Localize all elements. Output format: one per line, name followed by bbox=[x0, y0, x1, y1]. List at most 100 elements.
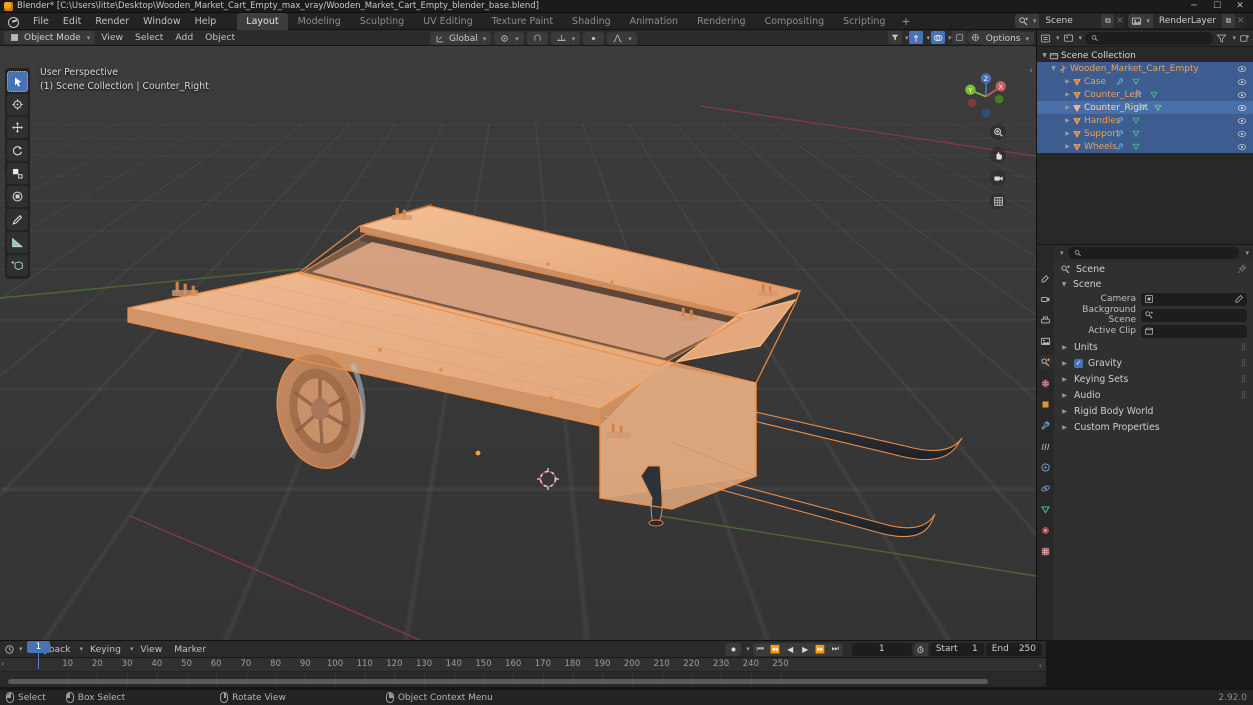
disclosure-triangle-icon[interactable]: ▶ bbox=[1060, 424, 1069, 431]
next-keyframe-button[interactable]: ⏩ bbox=[813, 643, 828, 656]
options-button[interactable]: Options ▾ bbox=[980, 32, 1034, 45]
transform-tool[interactable] bbox=[7, 186, 28, 207]
tab-compositing[interactable]: Compositing bbox=[756, 13, 834, 30]
navigation-gizmo[interactable]: Z X Y bbox=[960, 68, 1012, 120]
properties-search-field[interactable] bbox=[1067, 247, 1240, 259]
disclosure-triangle-icon[interactable]: ▼ bbox=[1060, 281, 1068, 288]
outliner-search-field[interactable] bbox=[1085, 31, 1214, 45]
object-tab[interactable] bbox=[1039, 397, 1053, 411]
view-layer-name[interactable]: RenderLayer bbox=[1152, 14, 1222, 28]
scene-panel-header[interactable]: ▼ Scene bbox=[1054, 277, 1253, 291]
output-tab[interactable] bbox=[1039, 313, 1053, 327]
viewport-menu-object[interactable]: Object bbox=[199, 32, 241, 43]
outliner-row-counter-left[interactable]: ▶ Counter_Left bbox=[1037, 88, 1253, 101]
new-collection-icon[interactable] bbox=[1239, 33, 1250, 44]
object-type-visibility-button[interactable] bbox=[887, 31, 902, 44]
disclosure-triangle-icon[interactable]: ▼ bbox=[1040, 52, 1049, 59]
timeline-left-arrow-icon[interactable]: › bbox=[1, 659, 4, 668]
menu-file[interactable]: File bbox=[26, 14, 56, 29]
outliner-row-wooden-market-cart-empty[interactable]: ▼ Wooden_Market_Cart_Empty bbox=[1037, 62, 1253, 75]
mesh-data-icon[interactable] bbox=[1131, 116, 1141, 125]
outliner-editor[interactable]: ▾ ▾ ▾ ▼ Scene Collection ▼ Wooden_Market… bbox=[1037, 30, 1253, 244]
scene-browse-button[interactable]: ▾ bbox=[1014, 14, 1040, 28]
visibility-eye-icon[interactable] bbox=[1237, 103, 1247, 113]
mesh-data-icon[interactable] bbox=[1149, 90, 1159, 99]
disclosure-triangle-icon[interactable]: ▶ bbox=[1063, 91, 1072, 98]
unlink-scene-button[interactable]: ✕ bbox=[1114, 14, 1125, 28]
visibility-eye-icon[interactable] bbox=[1237, 142, 1247, 152]
visibility-eye-icon[interactable] bbox=[1237, 116, 1247, 126]
modifier-wrench-icon[interactable] bbox=[1115, 77, 1125, 86]
gravity-checkbox[interactable]: ✓ bbox=[1074, 358, 1083, 368]
proportional-editing-toggle[interactable] bbox=[583, 32, 605, 45]
minimize-button[interactable]: ─ bbox=[1189, 1, 1199, 11]
interaction-mode-selector[interactable]: Object Mode ▾ bbox=[4, 31, 96, 44]
outliner-row-counter-right[interactable]: ▶ Counter_Right bbox=[1037, 101, 1253, 114]
tab-sculpting[interactable]: Sculpting bbox=[351, 13, 413, 30]
outliner-row-support[interactable]: ▶ Support bbox=[1037, 127, 1253, 140]
visibility-eye-icon[interactable] bbox=[1237, 77, 1247, 87]
grid-ortho-icon[interactable] bbox=[990, 193, 1006, 209]
chevron-down-icon[interactable]: ▾ bbox=[19, 645, 23, 653]
physics-tab[interactable] bbox=[1039, 460, 1053, 474]
tab-rendering[interactable]: Rendering bbox=[688, 13, 755, 30]
rigid-body-world-subpanel[interactable]: ▶ Rigid Body World bbox=[1054, 403, 1253, 419]
scene-name[interactable]: Scene bbox=[1039, 14, 1102, 28]
modifier-wrench-icon[interactable] bbox=[1133, 90, 1143, 99]
texture-tab[interactable] bbox=[1039, 544, 1053, 558]
disclosure-triangle-icon[interactable]: ▶ bbox=[1060, 344, 1069, 351]
mesh-data-icon[interactable] bbox=[1131, 129, 1141, 138]
modifier-wrench-icon[interactable] bbox=[1137, 103, 1147, 112]
editor-type-outliner-icon[interactable] bbox=[1040, 33, 1051, 44]
sidebar-toggle-arrow[interactable]: ‹ bbox=[1029, 66, 1033, 76]
viewport-menu-select[interactable]: Select bbox=[129, 32, 169, 43]
menu-window[interactable]: Window bbox=[136, 14, 187, 29]
tab-scripting[interactable]: Scripting bbox=[834, 13, 894, 30]
visibility-eye-icon[interactable] bbox=[1237, 64, 1247, 74]
jump-to-start-button[interactable]: ⏮ bbox=[753, 643, 768, 656]
mesh-data-icon[interactable] bbox=[1131, 142, 1141, 151]
tab-layout[interactable]: Layout bbox=[237, 12, 288, 30]
outliner-row-scene-collection[interactable]: ▼ Scene Collection bbox=[1037, 49, 1253, 62]
modifier-tab[interactable] bbox=[1039, 418, 1053, 432]
new-scene-button[interactable]: ⧉ bbox=[1101, 14, 1115, 28]
timeline-track[interactable] bbox=[0, 672, 1046, 685]
show-overlays-button[interactable] bbox=[930, 31, 945, 44]
gravity-subpanel[interactable]: ▶ ✓ Gravity ⣿ bbox=[1054, 355, 1253, 371]
outliner-row-wheels[interactable]: ▶ Wheels bbox=[1037, 140, 1253, 153]
properties-search-input[interactable] bbox=[1084, 248, 1234, 258]
timeline-menu-view[interactable]: View bbox=[135, 644, 167, 655]
wooden-market-cart-model[interactable] bbox=[0, 46, 1036, 640]
move-tool[interactable] bbox=[7, 117, 28, 138]
keying-sets-subpanel[interactable]: ▶ Keying Sets ⣿ bbox=[1054, 371, 1253, 387]
scale-tool[interactable] bbox=[7, 163, 28, 184]
active-clip-field[interactable] bbox=[1141, 324, 1247, 338]
timeline-menu-marker[interactable]: Marker bbox=[169, 644, 211, 655]
disclosure-triangle-icon[interactable]: ▶ bbox=[1060, 408, 1069, 415]
viewport-menu-add[interactable]: Add bbox=[169, 32, 199, 43]
close-button[interactable]: ✕ bbox=[1235, 1, 1245, 11]
chevron-down-icon[interactable]: ▾ bbox=[746, 645, 750, 653]
disclosure-triangle-icon[interactable]: ▶ bbox=[1060, 376, 1069, 383]
tab-modeling[interactable]: Modeling bbox=[289, 13, 350, 30]
use-preview-range-button[interactable] bbox=[913, 642, 928, 656]
play-button[interactable]: ▶ bbox=[798, 643, 813, 656]
menu-help[interactable]: Help bbox=[188, 14, 224, 29]
world-tab[interactable] bbox=[1039, 376, 1053, 390]
view-layer-selector[interactable]: ▾ RenderLayer ⧉ ✕ bbox=[1128, 14, 1246, 28]
timeline-horizontal-scrollbar[interactable] bbox=[8, 679, 988, 684]
start-frame-field[interactable]: Start 1 bbox=[929, 642, 984, 656]
xray-toggle-button[interactable] bbox=[952, 31, 967, 44]
new-view-layer-button[interactable]: ⧉ bbox=[1222, 14, 1235, 28]
blender-logo-icon[interactable] bbox=[7, 16, 20, 28]
view-layer-tab[interactable] bbox=[1039, 334, 1053, 348]
units-subpanel[interactable]: ▶ Units ⣿ bbox=[1054, 339, 1253, 355]
tab-uv-editing[interactable]: UV Editing bbox=[414, 13, 482, 30]
particles-tab[interactable] bbox=[1039, 439, 1053, 453]
previous-keyframe-button[interactable]: ⏪ bbox=[768, 643, 783, 656]
transform-orientation-selector[interactable]: Global ▾ bbox=[430, 32, 492, 45]
disclosure-triangle-icon[interactable]: ▶ bbox=[1060, 392, 1069, 399]
add-cube-tool[interactable] bbox=[7, 255, 28, 276]
snap-to-selector[interactable]: ▾ bbox=[550, 32, 581, 45]
auto-keying-button[interactable] bbox=[725, 642, 742, 656]
